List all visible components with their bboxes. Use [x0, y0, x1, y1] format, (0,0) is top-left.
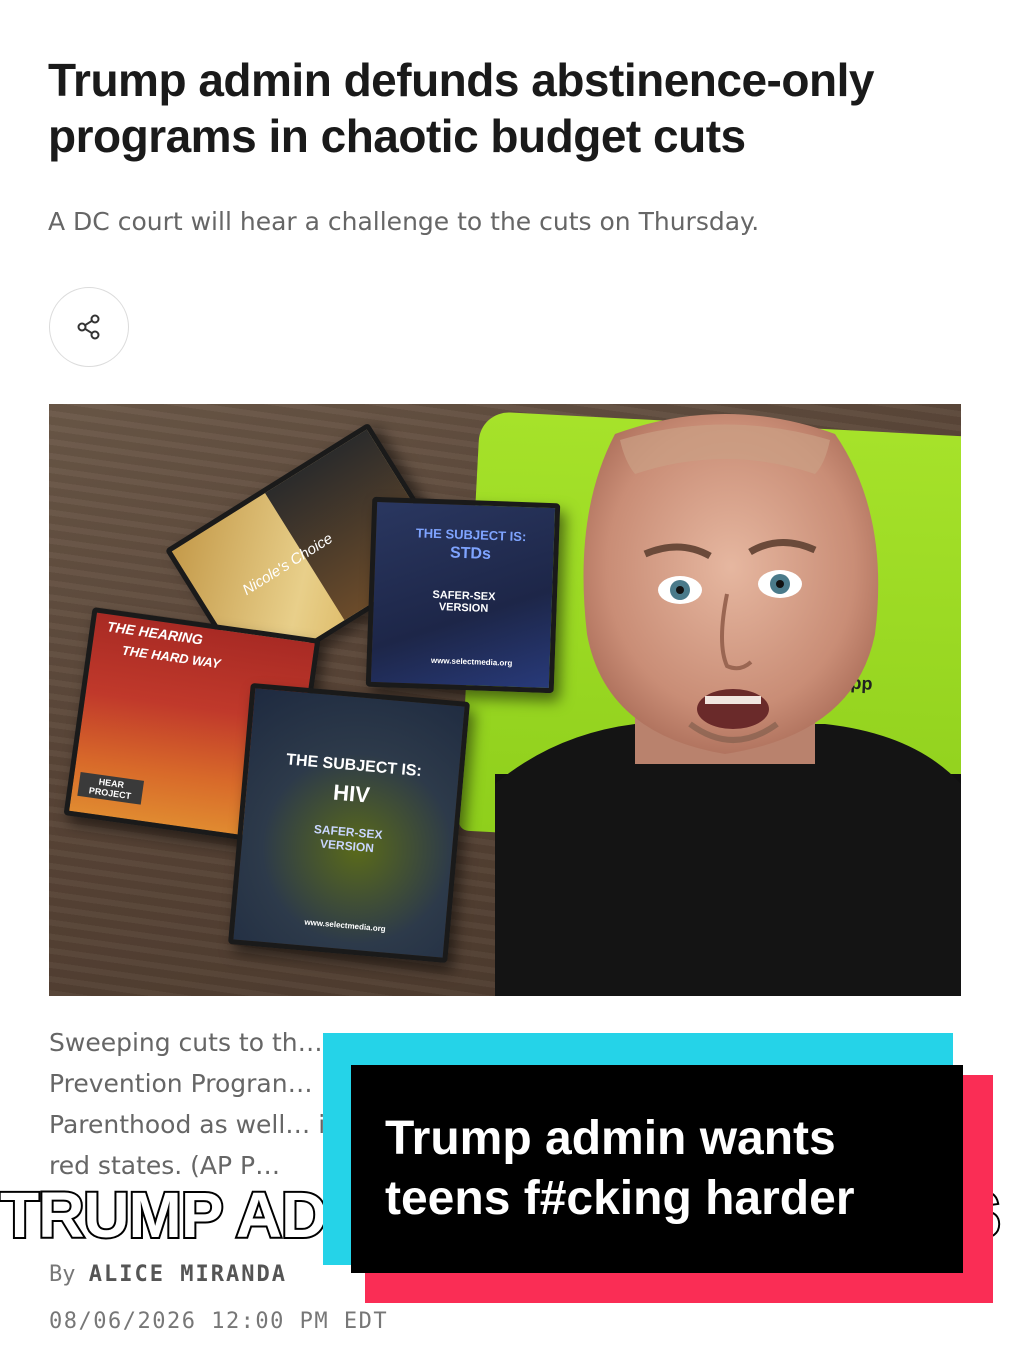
publish-timestamp: 08/06/2026 12:00 PM EDT	[49, 1309, 389, 1334]
dvd-hiv-version: SAFER-SEX VERSION	[313, 821, 384, 856]
dvd-hiv-title-2: HIV	[332, 779, 371, 808]
share-icon	[77, 314, 100, 340]
presenter-video-overlay	[495, 414, 961, 996]
caption-line-1: Trump admin wants	[385, 1112, 836, 1165]
article-subhead: A DC court will hear a challenge to the …	[48, 207, 760, 236]
caption-line-2: teens f#cking harder	[385, 1172, 855, 1225]
share-button[interactable]	[49, 287, 129, 367]
banner-text-left: TRUMP AD	[0, 1178, 329, 1252]
article-photo: T tpp Nicole's Choice THE SUBJECT IS: ST…	[49, 404, 961, 996]
byline-prefix: By	[49, 1262, 76, 1287]
dvd-hearing-brand: THE HEARING	[106, 618, 204, 648]
dvd-hiv-url: www.selectmedia.org	[304, 917, 387, 934]
dvd-hiv-title-1: THE SUBJECT IS:	[285, 751, 423, 781]
article-headline: Trump admin defunds abstinence-only prog…	[48, 54, 874, 162]
dvd-hiv: THE SUBJECT IS: HIV SAFER-SEX VERSION ww…	[228, 682, 470, 964]
photo-caption: Sweeping cuts to th… Prevention Progran……	[49, 1028, 342, 1180]
dvd-hearing-badge: HEAR PROJECT	[77, 771, 145, 805]
caption-box: Trump admin wants teens f#cking harder	[351, 1065, 963, 1273]
author-link[interactable]: ALICE MIRANDA	[89, 1262, 287, 1287]
dvd-hearing-subtitle: THE HARD WAY	[120, 642, 222, 672]
byline: By ALICE MIRANDA	[49, 1262, 287, 1287]
